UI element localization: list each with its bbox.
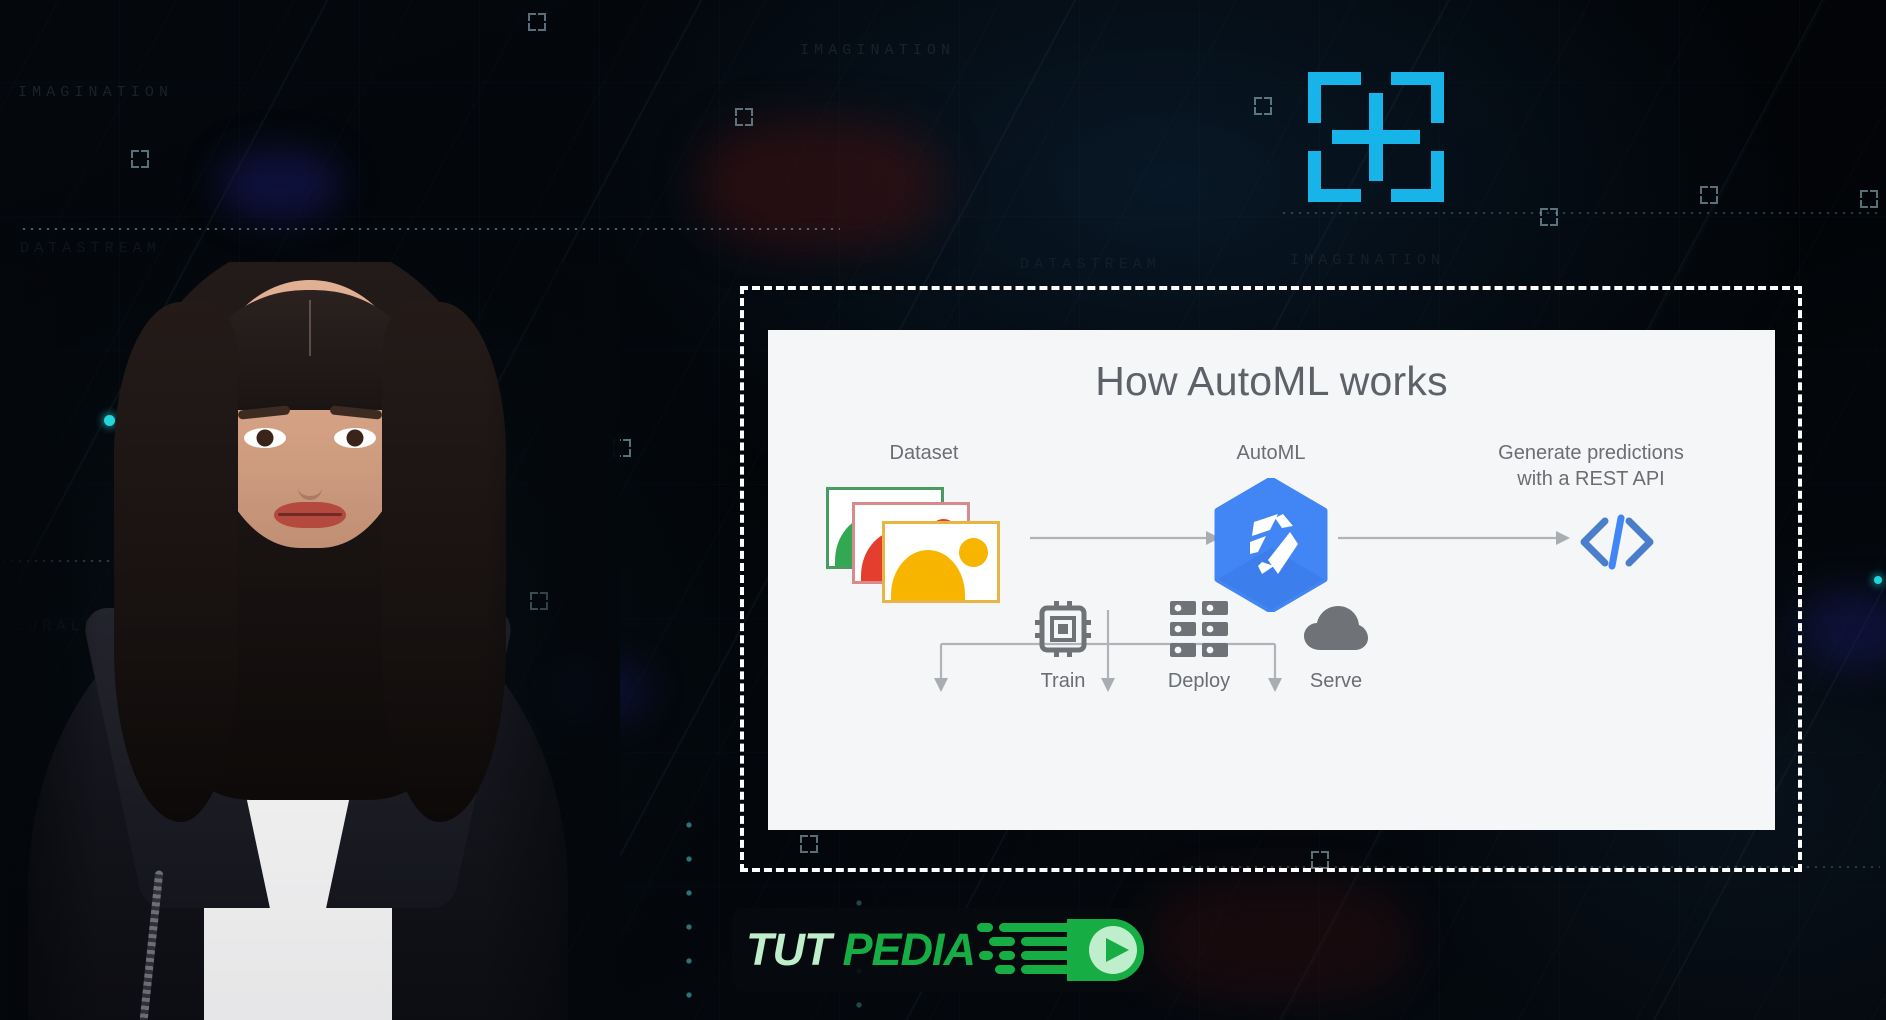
- background-smudge: [700, 120, 940, 250]
- cpu-chip-icon: [993, 598, 1133, 660]
- step-train: Train: [993, 598, 1133, 693]
- reticle-plus-horizontal: [1332, 130, 1420, 144]
- arrow-dataset-to-automl: [1030, 531, 1220, 545]
- mini-reticle-icon: [1540, 208, 1558, 226]
- arrow-automl-to-api: [1338, 531, 1570, 545]
- background-noise-text: DATASTREAM: [1020, 256, 1162, 273]
- column-label-automl: AutoML: [1236, 442, 1306, 464]
- background-noise-text: IMAGINATION: [800, 42, 956, 59]
- mini-reticle-icon: [735, 108, 753, 126]
- reticle-corner: [1308, 151, 1361, 202]
- background-smudge: [220, 150, 340, 220]
- mini-reticle-icon: [1254, 97, 1272, 115]
- generate-label-line1: Generate predictions: [1498, 442, 1684, 464]
- mini-reticle-icon: [1860, 190, 1878, 208]
- background-noise-text: DATASTREAM: [20, 240, 162, 257]
- presenter-video: [0, 262, 620, 1020]
- server-rack-icon: [1129, 598, 1269, 660]
- reticle-corner: [1391, 72, 1444, 123]
- step-serve: Serve: [1266, 598, 1406, 693]
- presenter-eye-right: [334, 428, 376, 448]
- stacked-image-cards-icon: [826, 487, 1026, 607]
- background-dotted-line: [20, 228, 840, 230]
- amber-image-card: [882, 521, 1000, 603]
- google-cloud-automl-hexagon-icon: [1214, 478, 1328, 612]
- presenter-eye-left: [244, 428, 286, 448]
- background-dotted-column: [686, 808, 692, 1020]
- background-dotted-line: [1280, 212, 1880, 214]
- reticle-corner: [1308, 72, 1361, 123]
- logo-text-tut: TUT: [746, 924, 831, 975]
- speed-lines-play-button-icon: [977, 919, 1145, 981]
- slide-card: How AutoML works Dataset AutoML Generate…: [768, 330, 1775, 830]
- cloud-icon: [1266, 598, 1406, 660]
- focus-reticle-icon: [1308, 72, 1444, 202]
- mini-reticle-icon: [528, 13, 546, 31]
- reticle-corner: [1391, 151, 1444, 202]
- presenter-lips: [274, 502, 346, 528]
- screen: IMAGINATION IMAGINATION IMAGINATION DATA…: [0, 0, 1886, 1020]
- presenter-hair-right: [382, 302, 506, 822]
- generate-label-line2: with a REST API: [1517, 468, 1665, 491]
- background-smudge: [1150, 880, 1410, 1000]
- column-label-generate: Generate predictions with a REST API: [1446, 440, 1736, 493]
- background-noise-text: IMAGINATION: [1290, 252, 1446, 269]
- background-smudge: [1800, 590, 1886, 670]
- code-brackets-icon: [1580, 514, 1654, 570]
- step-label-serve: Serve: [1309, 670, 1363, 692]
- page-title: How AutoML works: [1095, 358, 1448, 404]
- mini-reticle-icon: [131, 150, 149, 168]
- background-noise-text: IMAGINATION: [18, 84, 174, 101]
- step-label-train: Train: [1040, 670, 1086, 692]
- step-deploy: Deploy: [1129, 598, 1269, 693]
- tutpedia-logo: TUT PEDIA: [732, 908, 1150, 992]
- column-label-dataset: Dataset: [889, 442, 959, 464]
- logo-text-pedia: PEDIA: [842, 924, 976, 975]
- mini-reticle-icon: [1700, 186, 1718, 204]
- presenter-nose: [298, 456, 322, 500]
- image-mountain-shape: [891, 550, 965, 600]
- presenter-hair-part: [309, 300, 311, 356]
- presenter-hair-left: [114, 302, 238, 822]
- step-label-deploy: Deploy: [1167, 670, 1231, 692]
- background-glow-dot: [1874, 576, 1882, 584]
- image-sun-shape: [959, 538, 988, 567]
